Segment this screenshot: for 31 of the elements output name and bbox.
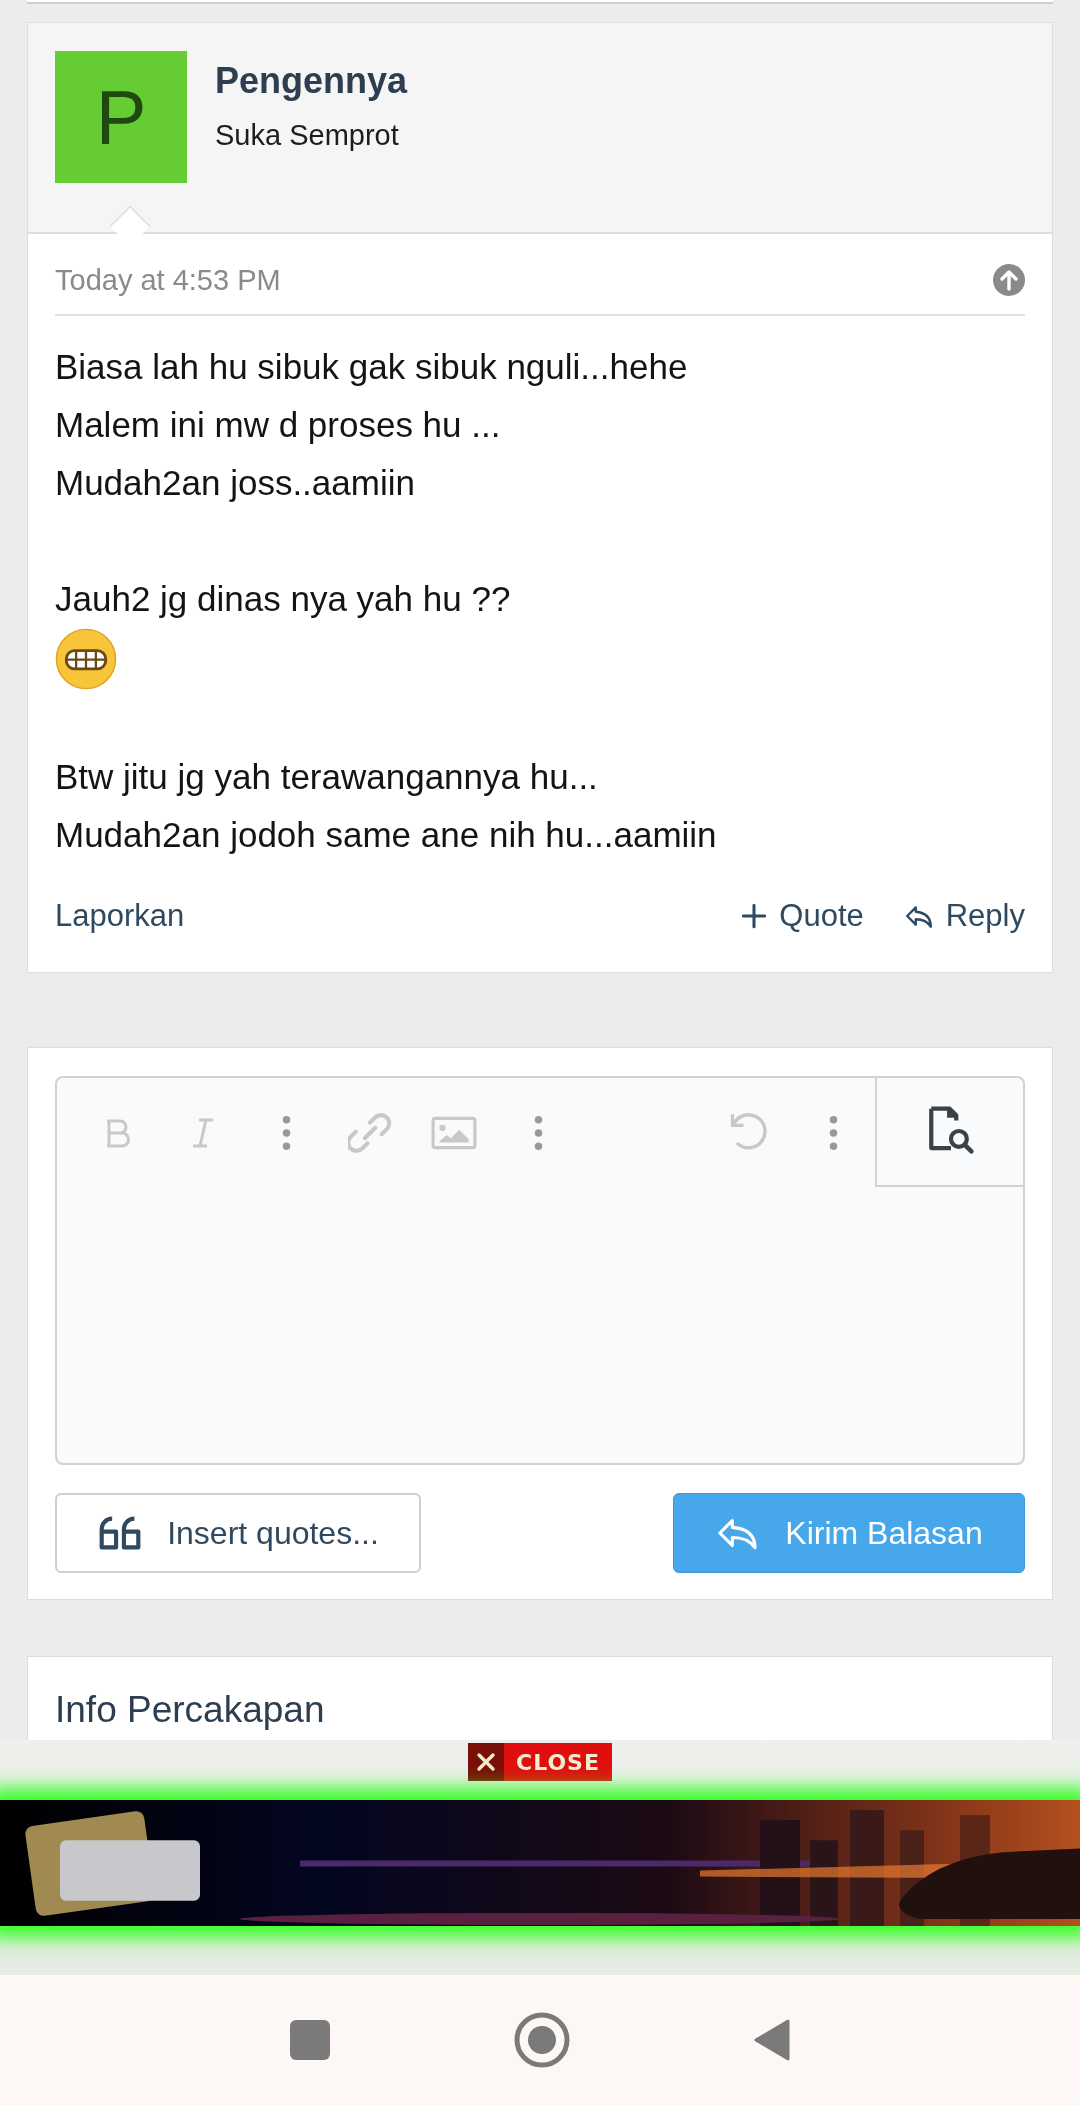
image-icon[interactable] [431, 1115, 477, 1150]
close-icon [476, 1752, 496, 1772]
message-line: Jauh2 jg dinas nya yah hu ?? [55, 578, 511, 620]
home-icon[interactable] [514, 2012, 570, 2068]
editor-field[interactable] [55, 1076, 1025, 1465]
grimacing-emoji-icon [55, 628, 117, 690]
avatar[interactable]: P [55, 51, 187, 183]
insert-quotes-button[interactable]: Insert quotes... [55, 1493, 421, 1573]
close-button[interactable]: CLOSE [468, 1743, 612, 1781]
message-line: Mudah2an jodoh same ane nih hu...aamiin [55, 814, 717, 856]
preview-button[interactable] [875, 1076, 1025, 1187]
message-line: Biasa lah hu sibuk gak sibuk nguli...hehe [55, 346, 688, 388]
section-title: Info Percakapan [55, 1689, 325, 1730]
arrow-up-icon[interactable] [993, 264, 1025, 296]
message-line: Mudah2an joss..aamiin [55, 462, 415, 504]
more-icon[interactable] [532, 1114, 544, 1151]
reply-link[interactable]: Reply [903, 894, 1025, 938]
plus-icon [741, 903, 768, 929]
link-icon[interactable] [348, 1110, 392, 1155]
report-link[interactable]: Laporkan [55, 894, 185, 938]
back-icon[interactable] [754, 2019, 790, 2061]
message-line: Btw jitu jg yah terawangannya hu... [55, 756, 598, 798]
recents-icon[interactable] [290, 2020, 330, 2060]
user-title: Suka Semprot [215, 118, 400, 153]
author-name[interactable]: Pengennya [215, 59, 408, 103]
quote-link[interactable]: Quote [741, 894, 864, 938]
message-line: Malem ini mw d proses hu ... [55, 404, 501, 446]
reply-arrow-icon [903, 903, 934, 929]
more-icon[interactable] [827, 1114, 839, 1151]
document-search-icon [926, 1105, 976, 1156]
more-icon[interactable] [280, 1114, 292, 1151]
